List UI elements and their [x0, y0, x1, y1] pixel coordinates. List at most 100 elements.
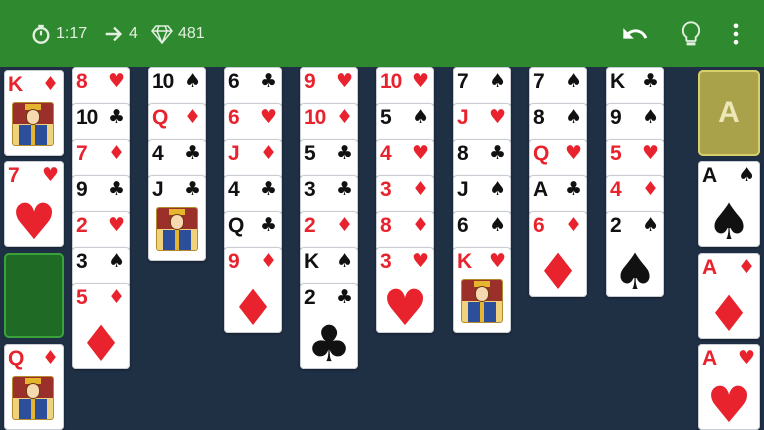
playing-card[interactable]: 5 ♠: [376, 103, 434, 143]
card-suit-icon: ♣: [641, 70, 659, 92]
playing-card[interactable]: Q ♦: [148, 103, 206, 143]
card-rank: J: [152, 178, 164, 201]
playing-card[interactable]: 8 ♦: [376, 211, 434, 251]
card-suit-icon: ♣: [183, 178, 201, 200]
timer: 1:17: [30, 22, 87, 46]
playing-card[interactable]: 7 ♠: [453, 67, 511, 107]
card-rank: 4: [228, 178, 240, 201]
card-suit-icon: ♦: [411, 214, 429, 236]
playing-card[interactable]: 10 ♣: [72, 103, 130, 143]
playing-card[interactable]: K ♠: [300, 247, 358, 287]
playing-card[interactable]: 10 ♠: [148, 67, 206, 107]
playing-card[interactable]: K ♦: [4, 70, 64, 156]
card-rank: 3: [380, 250, 392, 273]
playing-card[interactable]: 9 ♠: [606, 103, 664, 143]
card-suit-icon: ♥: [411, 250, 429, 272]
free-cell-empty[interactable]: [4, 253, 64, 338]
card-suit-icon: ♣: [259, 214, 277, 236]
playing-card[interactable]: 4 ♦: [606, 175, 664, 215]
playing-card[interactable]: 9 ♦ ♦: [224, 247, 282, 333]
playing-card[interactable]: A ♣: [529, 175, 587, 215]
card-suit-icon: ♦: [41, 73, 59, 95]
card-rank: 10: [304, 106, 326, 129]
card-rank: 4: [380, 142, 392, 165]
playing-card[interactable]: A ♠ ♠: [698, 161, 760, 247]
playing-card[interactable]: 9 ♣: [72, 175, 130, 215]
card-suit-icon: ♥: [411, 142, 429, 164]
card-suit-icon: ♦: [183, 106, 201, 128]
card-center-suit-icon: ♠: [706, 193, 752, 247]
face-card-art: [461, 279, 503, 323]
card-rank: K: [304, 250, 319, 273]
playing-card[interactable]: Q ♦: [4, 344, 64, 430]
card-rank: 6: [228, 106, 240, 129]
playing-card[interactable]: 4 ♣: [148, 139, 206, 179]
playing-card[interactable]: K ♥: [453, 247, 511, 333]
playing-card[interactable]: 8 ♥: [72, 67, 130, 107]
card-rank: 2: [610, 214, 622, 237]
playing-card[interactable]: J ♣: [148, 175, 206, 261]
playing-card[interactable]: 7 ♠: [529, 67, 587, 107]
playing-card[interactable]: 9 ♥: [300, 67, 358, 107]
playing-card[interactable]: 10 ♥: [376, 67, 434, 107]
playing-card[interactable]: A ♦ ♦: [698, 253, 760, 339]
playing-card[interactable]: 6 ♥: [224, 103, 282, 143]
face-card-art: [156, 207, 198, 251]
playing-card[interactable]: 5 ♣: [300, 139, 358, 179]
arrow-right-icon: [105, 26, 123, 42]
card-suit-icon: ♠: [488, 70, 506, 92]
playing-card[interactable]: 6 ♦ ♦: [529, 211, 587, 297]
card-rank: 6: [228, 70, 240, 93]
score: 481: [150, 22, 205, 46]
card-center-suit-icon: ♦: [706, 285, 752, 339]
card-rank: 5: [610, 142, 622, 165]
playing-card[interactable]: K ♣: [606, 67, 664, 107]
card-rank: 6: [457, 214, 469, 237]
playing-card[interactable]: Q ♣: [224, 211, 282, 251]
card-rank: A: [702, 256, 717, 279]
playing-card[interactable]: 2 ♠ ♠: [606, 211, 664, 297]
playing-card[interactable]: 3 ♣: [300, 175, 358, 215]
playing-card[interactable]: 6 ♠: [453, 211, 511, 251]
card-rank: K: [8, 73, 23, 96]
foundation-empty-slot[interactable]: A: [698, 70, 760, 156]
card-rank: Q: [152, 106, 168, 129]
playing-card[interactable]: 2 ♥: [72, 211, 130, 251]
playing-card[interactable]: 3 ♠: [72, 247, 130, 287]
playing-card[interactable]: 4 ♣: [224, 175, 282, 215]
playing-card[interactable]: J ♠: [453, 175, 511, 215]
playing-card[interactable]: Q ♥: [529, 139, 587, 179]
face-card-art: [12, 102, 54, 146]
card-center-suit-icon: ♦: [78, 315, 124, 369]
playing-card[interactable]: 2 ♣ ♣: [300, 283, 358, 369]
playing-card[interactable]: 7 ♦: [72, 139, 130, 179]
playing-card[interactable]: 10 ♦: [300, 103, 358, 143]
card-suit-icon: ♥: [259, 106, 277, 128]
playing-card[interactable]: A ♥ ♥: [698, 344, 760, 430]
card-suit-icon: ♦: [107, 286, 125, 308]
playing-card[interactable]: J ♦: [224, 139, 282, 179]
playing-card[interactable]: 3 ♥ ♥: [376, 247, 434, 333]
card-suit-icon: ♥: [641, 142, 659, 164]
card-suit-icon: ♥: [488, 106, 506, 128]
card-rank: 5: [304, 142, 316, 165]
card-rank: 7: [76, 142, 88, 165]
playing-card[interactable]: 6 ♣: [224, 67, 282, 107]
hint-button[interactable]: [677, 20, 705, 48]
playing-card[interactable]: 5 ♦ ♦: [72, 283, 130, 369]
playing-card[interactable]: 2 ♦: [300, 211, 358, 251]
playing-card[interactable]: 7 ♥ ♥: [4, 161, 64, 247]
card-rank: 6: [533, 214, 545, 237]
playing-card[interactable]: J ♥: [453, 103, 511, 143]
playing-card[interactable]: 8 ♠: [529, 103, 587, 143]
undo-button[interactable]: [621, 20, 649, 48]
card-suit-icon: ♠: [641, 214, 659, 236]
playing-card[interactable]: 8 ♣: [453, 139, 511, 179]
playing-card[interactable]: 4 ♥: [376, 139, 434, 179]
card-rank: 9: [228, 250, 240, 273]
card-suit-icon: ♥: [411, 70, 429, 92]
card-rank: 10: [380, 70, 402, 93]
playing-card[interactable]: 5 ♥: [606, 139, 664, 179]
playing-card[interactable]: 3 ♦: [376, 175, 434, 215]
more-menu-button[interactable]: [722, 20, 750, 48]
